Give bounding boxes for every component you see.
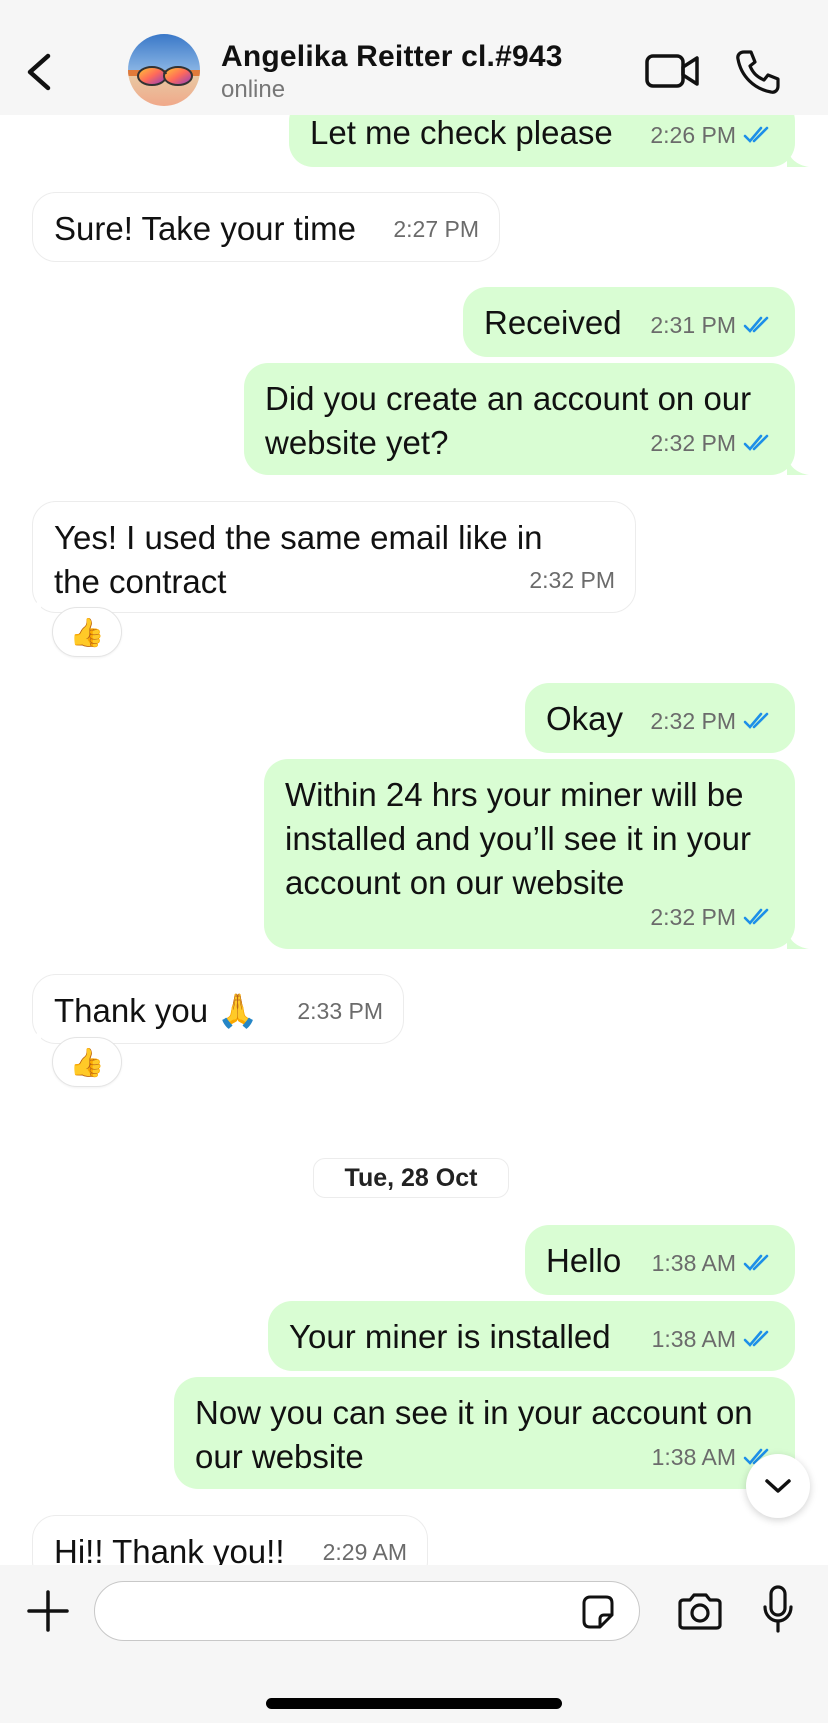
message-time: 2:26 PM (650, 122, 736, 148)
video-call-button[interactable] (644, 48, 702, 94)
sticker-icon (582, 1595, 614, 1629)
message-meta: 2:32 PM (529, 558, 615, 602)
message-text: Yes! I used the same email like in the c… (54, 519, 543, 600)
message-time: 2:33 PM (297, 998, 383, 1024)
message-time: 2:32 PM (650, 430, 736, 456)
message-time: 2:32 PM (650, 708, 736, 734)
message-bubble-incoming[interactable]: Thank you 🙏 2:33 PM (19, 974, 404, 1044)
attach-button[interactable] (26, 1589, 70, 1633)
composer-bar (0, 1565, 828, 1723)
double-check-icon (743, 316, 769, 333)
message-meta: 2:31 PM (650, 303, 775, 347)
camera-icon (678, 1593, 722, 1630)
message-bubble-outgoing[interactable]: Now you can see it in your account on ou… (174, 1377, 809, 1489)
contact-status: online (221, 76, 286, 103)
message-time: 1:38 AM (651, 1326, 736, 1352)
chat-header: Angelika Reitter cl.#943 online (0, 0, 828, 115)
bubble-tail (787, 929, 809, 949)
voice-message-button[interactable] (762, 1585, 794, 1635)
message-text: Within 24 hrs your miner will be install… (285, 776, 751, 901)
date-separator: Tue, 28 Oct (313, 1158, 509, 1198)
double-check-icon (743, 1330, 769, 1347)
double-check-icon (743, 1254, 769, 1271)
message-time: 2:32 PM (529, 567, 615, 593)
message-bubble-outgoing[interactable]: Did you create an account on our website… (244, 363, 809, 475)
message-time: 2:29 AM (322, 1539, 407, 1565)
double-check-icon (743, 908, 769, 925)
message-meta: 2:33 PM (297, 989, 383, 1033)
message-list[interactable]: Let me check please 2:26 PM Sure! Take y… (0, 115, 828, 1565)
message-bubble-outgoing[interactable]: Let me check please 2:26 PM (289, 115, 809, 167)
bubble-tail (19, 592, 41, 612)
contact-avatar[interactable] (128, 34, 200, 106)
message-bubble-incoming[interactable]: Sure! Take your time 2:27 PM (32, 192, 500, 262)
chevron-left-icon (27, 53, 51, 91)
back-button[interactable] (20, 44, 60, 100)
voice-call-button[interactable] (734, 48, 782, 96)
message-reaction[interactable]: 👍 (52, 607, 122, 657)
chevron-down-icon (765, 1479, 791, 1493)
message-meta: 2:27 PM (393, 207, 479, 251)
message-meta: 2:29 AM (323, 1530, 407, 1565)
message-bubble-incoming[interactable]: Yes! I used the same email like in the c… (19, 501, 636, 613)
message-time: 1:38 AM (651, 1250, 736, 1276)
message-meta: 2:32 PM (650, 895, 775, 939)
bubble-tail (787, 455, 809, 475)
message-time: 2:32 PM (650, 904, 736, 930)
double-check-icon (743, 126, 769, 143)
phone-icon (736, 50, 780, 94)
message-meta: 1:38 AM (652, 1317, 775, 1361)
contact-name[interactable]: Angelika Reitter cl.#943 (221, 40, 563, 74)
message-time: 2:27 PM (393, 216, 479, 242)
video-camera-icon (645, 54, 699, 88)
double-check-icon (743, 712, 769, 729)
message-meta: 2:32 PM (650, 699, 775, 743)
message-time: 2:31 PM (650, 312, 736, 338)
camera-button[interactable] (676, 1591, 724, 1631)
message-bubble-outgoing[interactable]: Your miner is installed 1:38 AM (268, 1301, 795, 1371)
message-meta: 2:26 PM (650, 115, 775, 157)
message-time: 1:38 AM (651, 1444, 736, 1470)
message-meta: 1:38 AM (652, 1241, 775, 1285)
double-check-icon (743, 434, 769, 451)
message-bubble-outgoing[interactable]: Hello 1:38 AM (525, 1225, 795, 1295)
message-input[interactable] (94, 1581, 640, 1641)
bubble-tail (19, 1023, 41, 1043)
message-meta: 2:32 PM (650, 421, 775, 465)
message-bubble-outgoing[interactable]: Okay 2:32 PM (525, 683, 795, 753)
sticker-button[interactable] (578, 1593, 616, 1631)
message-bubble-outgoing[interactable]: Received 2:31 PM (463, 287, 795, 357)
scroll-to-bottom-button[interactable] (746, 1454, 810, 1518)
message-reaction[interactable]: 👍 (52, 1037, 122, 1087)
home-indicator (266, 1698, 562, 1709)
bubble-tail (787, 147, 809, 167)
message-bubble-outgoing[interactable]: Within 24 hrs your miner will be install… (264, 759, 809, 949)
microphone-icon (763, 1585, 793, 1633)
plus-icon (27, 1590, 69, 1632)
avatar-image (128, 34, 200, 106)
message-bubble-incoming[interactable]: Hi!! Thank you!! 2:29 AM (32, 1515, 428, 1565)
